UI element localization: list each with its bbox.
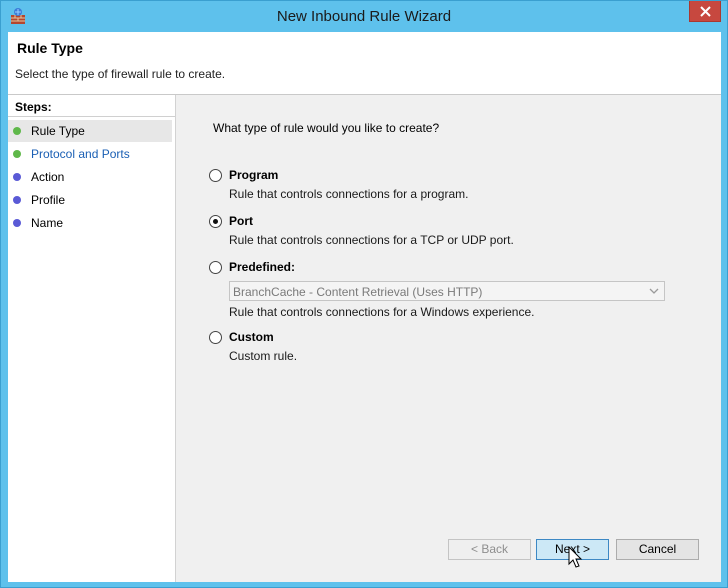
steps-heading: Steps: — [15, 100, 52, 114]
step-status-dot — [13, 127, 21, 135]
step-label: Profile — [31, 193, 66, 207]
page-title: Rule Type — [17, 40, 83, 56]
steps-divider — [8, 116, 175, 117]
step-label[interactable]: Protocol and Ports — [31, 147, 130, 161]
port-radio[interactable] — [209, 215, 222, 228]
predefined-select: BranchCache - Content Retrieval (Uses HT… — [229, 281, 665, 301]
step-label: Name — [31, 216, 64, 230]
step-profile: Profile — [8, 189, 172, 211]
wizard-body: Steps: Rule Type Protocol and Ports Acti… — [8, 95, 721, 582]
custom-label[interactable]: Custom — [229, 330, 274, 344]
step-label: Rule Type — [31, 124, 85, 138]
close-icon — [699, 5, 711, 17]
chevron-down-icon — [649, 288, 659, 294]
step-rule-type: Rule Type — [8, 120, 172, 142]
back-button[interactable]: < Back — [448, 539, 531, 560]
port-description: Rule that controls connections for a TCP… — [229, 233, 514, 247]
program-radio[interactable] — [209, 169, 222, 182]
step-status-dot — [13, 150, 21, 158]
window-title: New Inbound Rule Wizard — [276, 8, 452, 25]
step-protocol-and-ports[interactable]: Protocol and Ports — [8, 143, 172, 165]
title-bar[interactable]: New Inbound Rule Wizard — [1, 1, 727, 32]
program-label[interactable]: Program — [229, 168, 278, 182]
main-panel: What type of rule would you like to crea… — [184, 95, 721, 582]
cancel-button[interactable]: Cancel — [616, 539, 699, 560]
rule-type-question: What type of rule would you like to crea… — [213, 121, 440, 135]
step-status-dot — [13, 173, 21, 181]
port-label[interactable]: Port — [229, 214, 253, 228]
predefined-description: Rule that controls connections for a Win… — [229, 305, 535, 319]
predefined-radio[interactable] — [209, 261, 222, 274]
steps-panel: Steps: Rule Type Protocol and Ports Acti… — [8, 95, 176, 582]
mouse-cursor-icon — [568, 546, 583, 568]
predefined-label[interactable]: Predefined: — [229, 260, 295, 274]
close-button[interactable] — [689, 1, 721, 22]
program-description: Rule that controls connections for a pro… — [229, 187, 469, 201]
predefined-select-value: BranchCache - Content Retrieval (Uses HT… — [233, 285, 483, 299]
custom-radio[interactable] — [209, 331, 222, 344]
wizard-header: Rule Type Select the type of firewall ru… — [8, 32, 721, 95]
page-subtitle: Select the type of firewall rule to crea… — [15, 67, 226, 81]
step-action: Action — [8, 166, 172, 188]
step-status-dot — [13, 196, 21, 204]
step-status-dot — [13, 219, 21, 227]
wizard-window: New Inbound Rule Wizard Rule Type Select… — [0, 0, 728, 588]
custom-description: Custom rule. — [229, 349, 298, 363]
step-name: Name — [8, 212, 172, 234]
step-label: Action — [31, 170, 65, 184]
